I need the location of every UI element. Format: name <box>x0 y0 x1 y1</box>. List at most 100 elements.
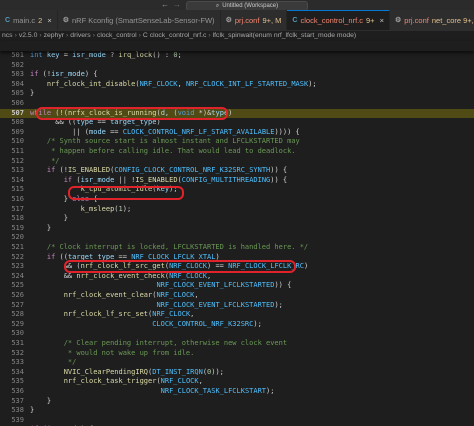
code-line[interactable]: 521 /* Clock interrupt is locked, LFCLKS… <box>0 243 474 253</box>
sticky-scroll-header[interactable]: static void lfclk_spinwait(enum nrf_lfcl… <box>0 41 474 51</box>
code-line[interactable]: 504 nrf_clock_int_disable(NRF_CLOCK, NRF… <box>0 80 474 90</box>
code-token: ) { <box>84 70 98 79</box>
code-line[interactable]: 514 if (isr_mode || !IS_ENABLED(CONFIG_M… <box>0 176 474 186</box>
code-token: nrf_clock_task_trigger <box>63 377 157 386</box>
code-line[interactable]: 539 <box>0 416 474 426</box>
arrow-left-icon[interactable]: ← <box>160 0 170 10</box>
code-line[interactable]: 515 k_cpu_atomic_idle(key); <box>0 185 474 195</box>
code-text: NRF_CLOCK_EVENT_LFCLKSTARTED); <box>30 301 282 311</box>
code-line[interactable]: 520 <box>0 233 474 243</box>
code-line[interactable]: 505} <box>0 89 474 99</box>
code-token: } <box>30 396 52 405</box>
breadcrumb-item[interactable]: ncs <box>2 32 13 39</box>
code-token: CONFIG_MULTITHREADING <box>181 175 271 184</box>
code-line[interactable]: 523 && (nrf_clock_lf_src_get(NRF_CLOCK) … <box>0 262 474 272</box>
code-token: isr_mode <box>72 51 111 59</box>
problems-badge: 9+ <box>366 16 375 25</box>
code-line[interactable]: 531 /* Clear pending interrupt, otherwis… <box>0 339 474 349</box>
line-number: 509 <box>11 127 24 136</box>
editor-tab[interactable]: ⚙prj.confnet_core 9+, M <box>389 10 474 30</box>
code-line[interactable]: 528 nrf_clock_lf_src_set(NRF_CLOCK, <box>0 310 474 320</box>
code-line[interactable]: 524 && nrf_clock_event_check(NRF_CLOCK, <box>0 272 474 282</box>
editor-tab[interactable]: ⚙ nRF Kconfig (SmartSenseLab-Sensor-FW) <box>57 10 221 30</box>
code-token: NRF_CLOCK <box>156 291 195 299</box>
code-line[interactable]: 503 if (!isr_mode) { <box>0 70 474 80</box>
code-token: , ( <box>164 108 178 117</box>
breadcrumb-item[interactable]: lfclk_spinwait(enum nrf_lfclk_start_mode… <box>213 32 357 39</box>
code-text: nrf_clock_lf_src_set(NRF_CLOCK, <box>30 310 195 320</box>
code-line[interactable]: 534 NVIC_ClearPendingIRQ(DT_INST_IRQN(0)… <box>0 368 474 378</box>
code-line[interactable]: 512 */ <box>0 157 474 167</box>
problems-badge: 2 <box>38 15 43 25</box>
code-line[interactable]: 508 && ((type == target_type) <box>0 118 474 128</box>
breadcrumb-item[interactable]: clock_control <box>97 32 137 39</box>
code-token: == <box>110 127 123 136</box>
code-line[interactable]: 532 * would not wake up from idle. <box>0 349 474 359</box>
code-line[interactable]: 516 } else { <box>0 195 474 205</box>
code-line[interactable]: 513 if (!IS_ENABLED(CONFIG_CLOCK_CONTROL… <box>0 166 474 176</box>
editor-tab[interactable]: ⚙ prj.conf 9+, M <box>220 10 288 30</box>
code-line[interactable]: 525 NRF_CLOCK_EVENT_LFCLKSTARTED)) { <box>0 281 474 291</box>
code-token: nrf_clock_lf_src_get <box>80 262 165 271</box>
editor-tab[interactable]: Cmain.c 2 × <box>0 10 58 30</box>
code-token: && <box>30 271 77 280</box>
code-line[interactable]: 529 CLOCK_CONTROL_NRF_K32SRC); <box>0 320 474 330</box>
code-line[interactable]: 537 } <box>0 397 474 407</box>
line-number: 518 <box>11 214 24 223</box>
code-line[interactable]: 502 <box>0 61 474 71</box>
line-number: 525 <box>11 281 24 290</box>
code-editor[interactable]: 540if (isr_mode) {539538}537 }536 NRF_CL… <box>0 51 474 426</box>
code-text: /* Synth source start is almost instant … <box>30 137 300 147</box>
breadcrumb-item[interactable]: zephyr <box>44 32 64 39</box>
code-line[interactable]: 530 <box>0 329 474 339</box>
code-line[interactable]: 522 if ((target_type == NRF_CLOCK_LFCLK_… <box>0 253 474 263</box>
code-line[interactable]: 506 <box>0 99 474 109</box>
code-text: } <box>30 89 34 99</box>
code-token: ) <box>215 252 220 261</box>
code-text: if (isr_mode || !IS_ENABLED(CONFIG_MULTI… <box>30 176 287 186</box>
line-number: 503 <box>11 70 24 79</box>
line-number: 526 <box>11 291 24 299</box>
code-line[interactable]: 518 } <box>0 214 474 224</box>
code-line[interactable]: 535 nrf_clock_task_trigger(NRF_CLOCK, <box>0 377 474 387</box>
code-line[interactable]: 509 || (mode == CLOCK_CONTROL_NRF_LF_STA… <box>0 128 474 138</box>
code-text: nrf_clock_int_disable(NRF_CLOCK, NRF_CLO… <box>30 80 317 90</box>
code-line[interactable]: 533 */ <box>0 358 474 368</box>
code-line[interactable]: 536 NRF_CLOCK_TASK_LFCLKSTART); <box>0 387 474 397</box>
code-text: && ((type == target_type) <box>30 118 160 128</box>
code-text: NRF_CLOCK_EVENT_LFCLKSTARTED)) { <box>30 281 291 291</box>
code-line[interactable]: 507 while (!(nrfx_clock_is_running(d, (vo… <box>0 108 474 119</box>
arrow-right-icon[interactable]: → <box>172 0 182 10</box>
code-line[interactable]: 527 NRF_CLOCK_EVENT_LFCLKSTARTED); <box>0 301 474 311</box>
code-text: && nrf_clock_event_check(NRF_CLOCK, <box>30 271 212 282</box>
breadcrumb-item[interactable]: C clock_control_nrf.c <box>143 32 206 39</box>
code-line[interactable]: 538} <box>0 406 474 416</box>
breadcrumb-item[interactable]: v2.5.0 <box>19 32 38 39</box>
line-number: 537 <box>11 396 24 405</box>
code-token: )) { <box>274 281 292 290</box>
code-line[interactable]: 526 nrf_clock_event_clear(NRF_CLOCK, <box>0 291 474 301</box>
code-line[interactable]: 519 } <box>0 224 474 234</box>
code-token: , <box>177 79 186 88</box>
close-icon[interactable]: × <box>47 16 51 25</box>
code-text: * would not wake up from idle. <box>30 349 194 359</box>
code-token: (( <box>59 252 68 261</box>
code-line[interactable]: 511 * happen before calling idle. That w… <box>0 147 474 157</box>
code-token: while <box>30 108 56 117</box>
code-line[interactable]: 510 /* Synth source start is almost inst… <box>0 137 474 147</box>
code-line[interactable]: 517 k_msleep(1); <box>0 205 474 215</box>
line-number: 508 <box>11 118 24 127</box>
breadcrumb-item[interactable]: drivers <box>70 32 90 39</box>
close-icon[interactable]: × <box>380 16 384 25</box>
code-token: key <box>156 185 170 194</box>
file-icon: ⚙ <box>225 17 232 24</box>
code-line[interactable]: 501 int key = isr_mode ? irq_lock() : 0; <box>0 51 474 61</box>
code-token: if <box>46 252 60 261</box>
editor-tab[interactable]: Cclock_control_nrf.c 9+ × <box>287 10 390 30</box>
code-token: nrf_clock_event_check <box>76 271 165 280</box>
